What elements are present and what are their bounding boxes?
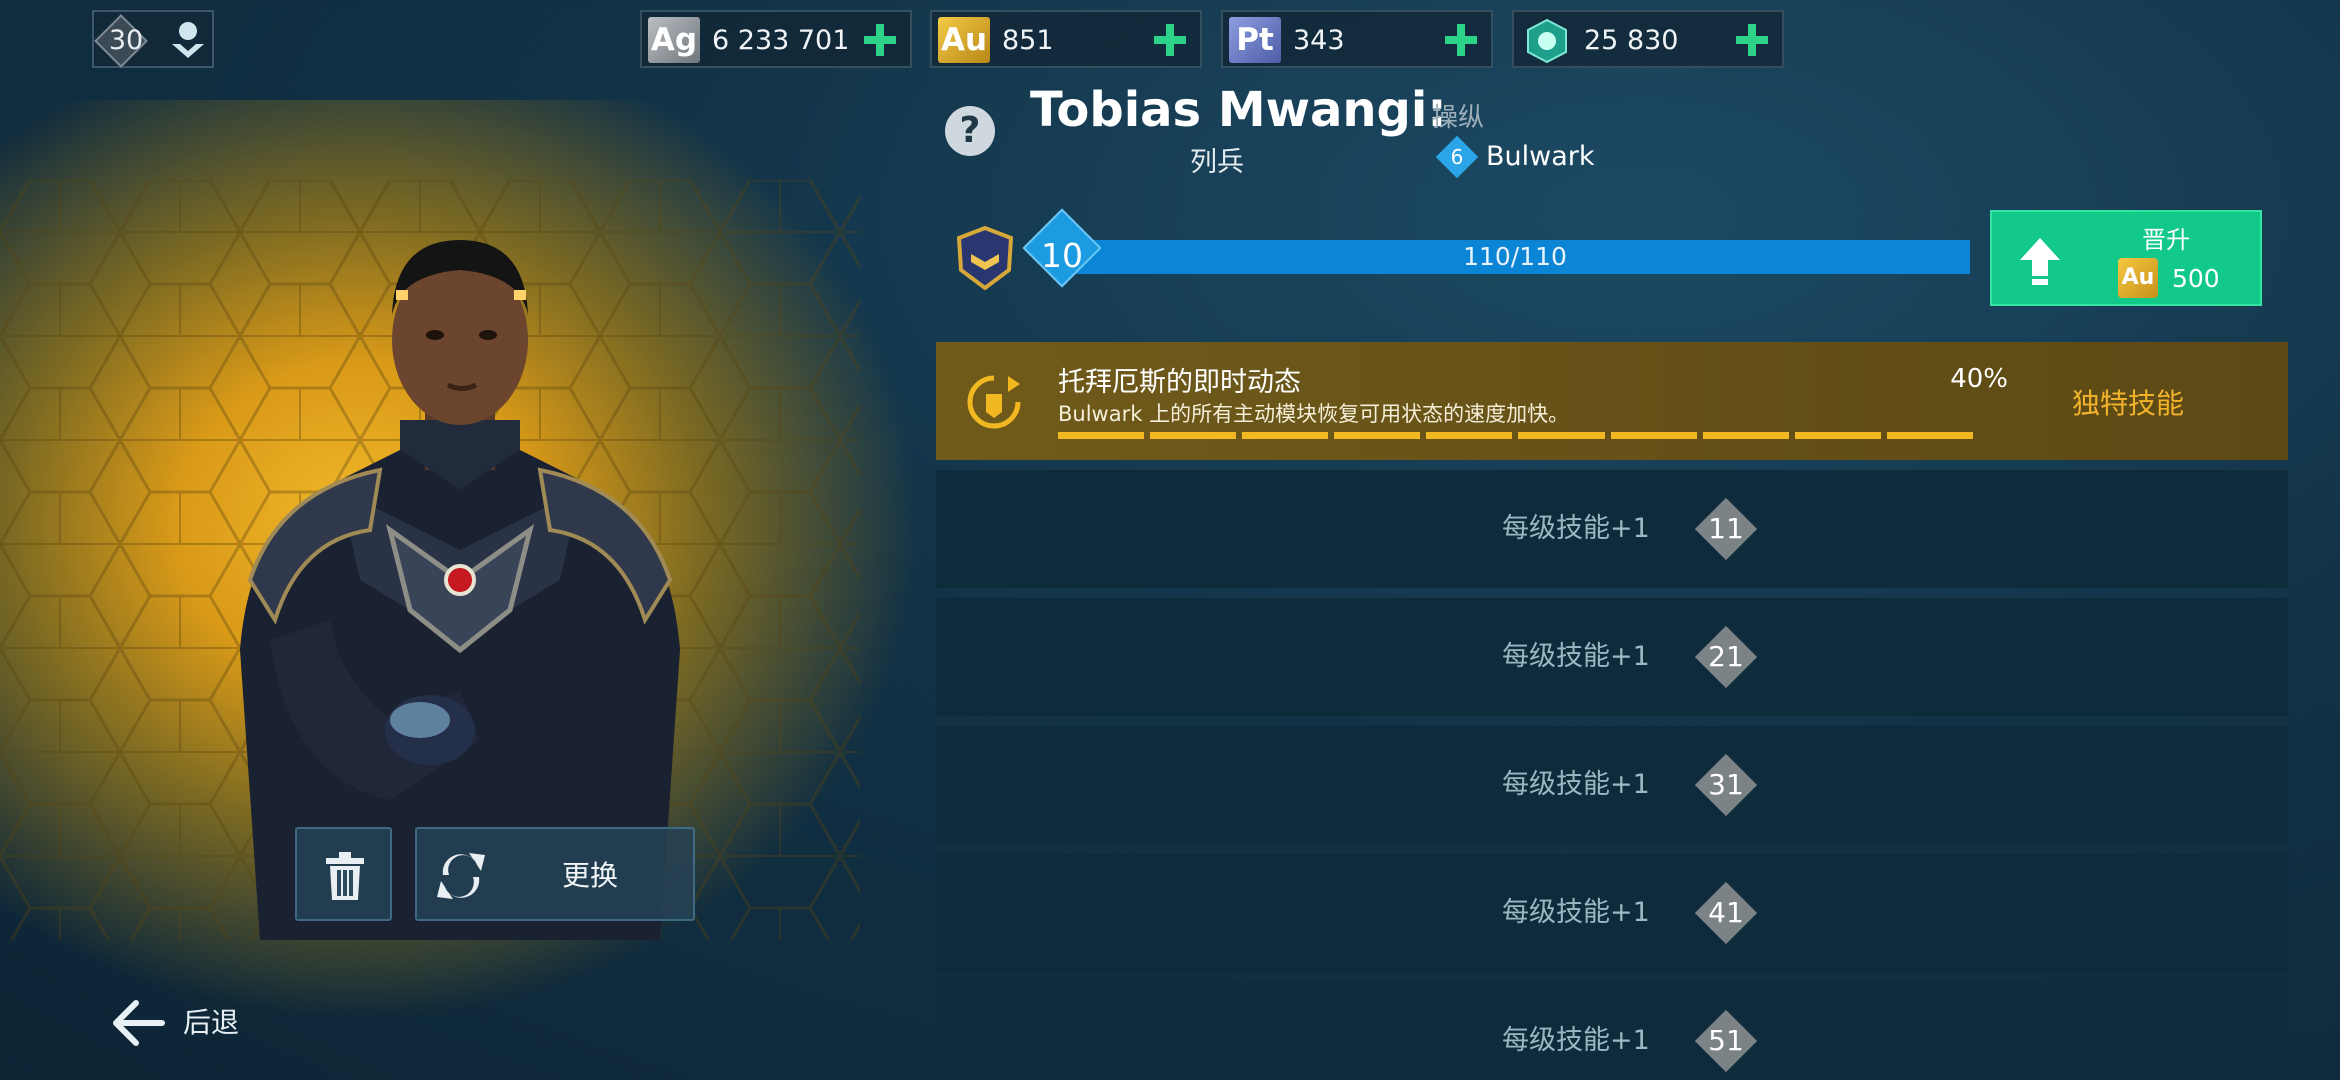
dilithium-icon	[1527, 18, 1567, 64]
ability-progress-segment	[1058, 432, 1145, 439]
resource-platinum: Pt 343	[1221, 10, 1493, 68]
milestone-level: 51	[1708, 1024, 1744, 1057]
milestone-row: 每级技能+1 21	[936, 598, 2288, 716]
milestone-label: 每级技能+1	[1502, 1025, 1650, 1056]
milestone-label: 每级技能+1	[1502, 897, 1650, 928]
ability-progress-segment	[1610, 432, 1697, 439]
officer-level: 10	[1041, 236, 1083, 275]
milestone-label: 每级技能+1	[1502, 513, 1650, 544]
ability-progress-segment	[1794, 432, 1881, 439]
milestone-level: 41	[1708, 896, 1744, 929]
milestone-level: 21	[1708, 640, 1744, 673]
officer-portrait-area: 更换	[0, 60, 930, 1080]
xp-bar: 110/110	[1060, 240, 1970, 274]
swap-icon	[437, 853, 485, 899]
gold-icon: Au	[938, 17, 990, 63]
officer-download-icon	[172, 22, 204, 58]
ability-progress-segment	[1334, 432, 1421, 439]
milestone-row: 每级技能+1 41	[936, 854, 2288, 972]
officer-role: 操纵	[1432, 103, 1485, 133]
back-button[interactable]: 后退	[110, 995, 270, 1051]
milestone-row: 每级技能+1 11	[936, 470, 2288, 588]
ability-progress-segment	[1150, 432, 1237, 439]
ability-progress-segment	[1242, 432, 1329, 439]
dilithium-amount: 25 830	[1584, 25, 1679, 56]
milestone-row: 每级技能+1 51	[936, 982, 2288, 1080]
milestone-level: 31	[1708, 768, 1744, 801]
trash-icon	[326, 852, 364, 900]
resource-gold: Au 851	[930, 10, 1202, 68]
add-silver-button[interactable]	[862, 22, 898, 58]
ability-card[interactable]: 托拜厄斯的即时动态 Bulwark 上的所有主动模块恢复可用状态的速度加快。 4…	[936, 342, 2288, 460]
ability-icon	[967, 375, 1021, 429]
upgrade-arrow-icon	[2020, 238, 2060, 285]
help-icon[interactable]: ?	[945, 106, 995, 156]
gold-amount: 851	[1002, 25, 1054, 56]
ability-progress-segment	[1702, 432, 1789, 439]
officer-name: Tobias Mwangi:	[1030, 82, 1447, 138]
ability-description: Bulwark 上的所有主动模块恢复可用状态的速度加快。	[1058, 402, 1570, 426]
milestone-label: 每级技能+1	[1502, 769, 1650, 800]
ability-progress-segments	[1058, 432, 1973, 439]
gold-icon: Au	[2118, 258, 2158, 298]
platinum-icon: Pt	[1229, 17, 1281, 63]
milestone-level: 11	[1708, 512, 1744, 545]
swap-officer-button[interactable]: 更换	[415, 827, 695, 921]
milestone-row: 每级技能+1 31	[936, 726, 2288, 844]
add-dilithium-button[interactable]	[1734, 22, 1770, 58]
promote-label: 晋升	[2142, 226, 2190, 254]
officer-rank: 列兵	[1190, 147, 1244, 178]
swap-label: 更换	[562, 859, 619, 892]
promote-cost: 500	[2172, 264, 2220, 293]
ability-progress-segment	[1518, 432, 1605, 439]
dismiss-button[interactable]	[295, 827, 392, 921]
ship-level: 6	[1450, 145, 1464, 169]
platinum-amount: 343	[1293, 25, 1345, 56]
back-arrow-icon	[113, 1000, 165, 1046]
silver-icon: Ag	[648, 17, 700, 63]
ability-progress-segment	[1426, 432, 1513, 439]
milestone-label: 每级技能+1	[1502, 641, 1650, 672]
back-label: 后退	[183, 1006, 240, 1039]
add-platinum-button[interactable]	[1443, 22, 1479, 58]
ability-title: 托拜厄斯的即时动态	[1058, 367, 1301, 398]
rank-badge-icon	[956, 226, 1014, 290]
ability-type: 独特技能	[2072, 387, 2185, 420]
ability-percent: 40%	[1950, 364, 2008, 394]
add-gold-button[interactable]	[1152, 22, 1188, 58]
xp-text: 110/110	[1463, 242, 1567, 271]
resource-dilithium: 25 830	[1512, 10, 1784, 68]
ship-name: Bulwark	[1486, 141, 1595, 172]
ability-progress-segment	[1886, 432, 1973, 439]
promote-button[interactable]: 晋升 Au 500	[1990, 210, 2262, 306]
